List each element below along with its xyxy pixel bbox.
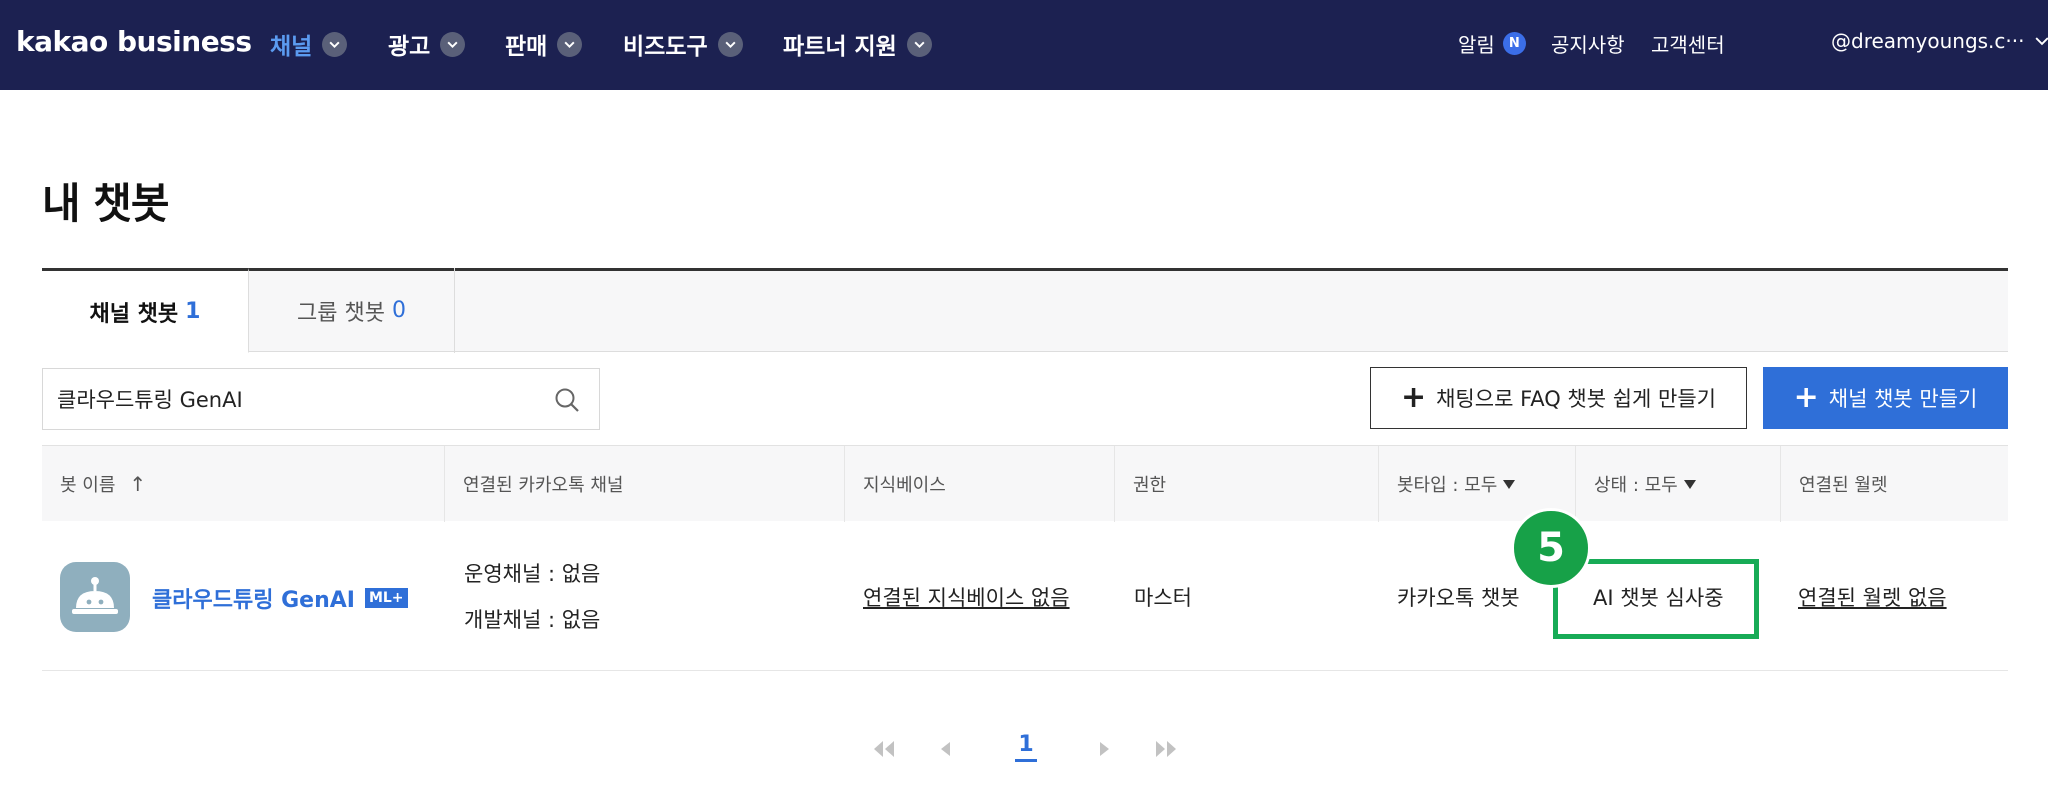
nav-sales-label: 판매 — [505, 34, 548, 60]
nav-channel[interactable]: 채널 — [270, 27, 348, 61]
bot-name-label: 클라우드튜링 GenAI — [152, 588, 355, 613]
column-label: 연결된 카카오톡 채널 — [463, 475, 624, 496]
new-badge: N — [1502, 32, 1526, 55]
tab-count: 1 — [185, 299, 201, 324]
kakao-business-logo[interactable]: kakao business — [16, 25, 252, 58]
support-link[interactable]: 고객센터 — [1651, 29, 1725, 58]
tab-channel-chatbot[interactable]: 채널 챗봇 1 — [42, 268, 249, 353]
page-title: 내 챗봇 — [42, 179, 170, 228]
column-bot-name[interactable]: 봇 이름 ↑ — [42, 446, 445, 522]
alerts-label: 알림 — [1458, 33, 1495, 57]
first-page-icon[interactable] — [870, 738, 898, 760]
next-page-icon[interactable] — [1090, 738, 1118, 760]
chevron-down-icon — [440, 31, 466, 57]
column-label: 상태 : 모두 — [1594, 475, 1678, 496]
column-label: 봇타입 : 모두 — [1397, 475, 1498, 496]
ml-plus-badge: ML+ — [364, 588, 408, 608]
bot-name-link[interactable]: 클라우드튜링 GenAI ML+ — [152, 582, 408, 614]
dev-channel: 개발채널 : 없음 — [464, 608, 601, 632]
sort-ascending-icon[interactable]: ↑ — [129, 472, 146, 496]
account-label: @dreamyoungs.c··· — [1831, 29, 2025, 53]
notice-label: 공지사항 — [1551, 33, 1625, 57]
column-label: 연결된 월렛 — [1799, 475, 1888, 496]
nav-ads-label: 광고 — [388, 34, 431, 60]
tabs-bar: 채널 챗봇 1 그룹 챗봇 0 — [42, 268, 2008, 353]
table-header: 봇 이름 ↑ 연결된 카카오톡 채널 지식베이스 권한 봇타입 : 모두 상태 … — [42, 445, 2008, 522]
tab-count: 0 — [391, 298, 406, 323]
nav-biz-tools[interactable]: 비즈도구 — [623, 27, 743, 61]
chevron-down-icon — [717, 31, 743, 57]
nav-partner-support-label: 파트너 지원 — [783, 34, 897, 60]
bot-type-value: 카카오톡 챗봇 — [1397, 586, 1520, 610]
alerts-link[interactable]: 알림 N — [1458, 29, 1526, 58]
support-label: 고객센터 — [1651, 33, 1725, 57]
nav-channel-label: 채널 — [270, 34, 313, 60]
create-faq-chatbot-label: 채팅으로 FAQ 챗봇 쉽게 만들기 — [1436, 387, 1717, 411]
nav-biz-tools-label: 비즈도구 — [623, 34, 708, 60]
chevron-down-icon — [322, 31, 348, 57]
column-label: 봇 이름 — [60, 475, 116, 496]
tab-group-chatbot[interactable]: 그룹 챗봇 0 — [249, 268, 455, 353]
search-icon[interactable] — [553, 386, 581, 414]
account-menu[interactable]: @dreamyoungs.c··· — [1831, 29, 2048, 53]
column-knowledge-base: 지식베이스 — [845, 446, 1115, 522]
robot-icon — [72, 577, 118, 614]
step-number-badge: 5 — [1511, 508, 1591, 588]
last-page-icon[interactable] — [1152, 738, 1180, 760]
bot-avatar — [60, 562, 130, 632]
column-label: 권한 — [1133, 475, 1167, 496]
search-field[interactable] — [42, 368, 600, 430]
notice-link[interactable]: 공지사항 — [1551, 29, 1625, 58]
nav-ads[interactable]: 광고 — [388, 27, 466, 61]
dropdown-triangle-icon — [1683, 479, 1696, 489]
plus-icon: + — [1400, 380, 1427, 415]
chevron-down-icon — [557, 31, 583, 57]
column-label: 지식베이스 — [863, 475, 946, 496]
column-wallet: 연결된 월렛 — [1781, 446, 2008, 522]
tab-label: 그룹 챗봇 — [297, 300, 385, 326]
knowledge-base-link[interactable]: 연결된 지식베이스 없음 — [863, 582, 1070, 612]
operating-channel: 운영채널 : 없음 — [464, 562, 601, 586]
column-channel: 연결된 카카오톡 채널 — [445, 446, 845, 522]
nav-partner-support[interactable]: 파트너 지원 — [783, 27, 932, 61]
dropdown-triangle-icon — [1503, 479, 1516, 489]
search-input[interactable] — [57, 369, 537, 429]
nav-sales[interactable]: 판매 — [505, 27, 583, 61]
chevron-down-icon — [906, 31, 932, 57]
previous-page-icon[interactable] — [932, 738, 960, 760]
top-navigation-bar: kakao business 채널 광고 판매 비즈도구 파트너 지원 알림 N… — [0, 0, 2048, 90]
create-faq-chatbot-button[interactable]: + 채팅으로 FAQ 챗봇 쉽게 만들기 — [1370, 367, 1747, 429]
status-highlight-box — [1553, 559, 1759, 639]
tab-label: 채널 챗봇 — [89, 301, 179, 327]
current-page-number[interactable]: 1 — [1015, 732, 1037, 762]
role-value: 마스터 — [1134, 586, 1192, 610]
column-role: 권한 — [1115, 446, 1379, 522]
column-status-filter[interactable]: 상태 : 모두 — [1576, 446, 1781, 522]
create-channel-chatbot-label: 채널 챗봇 만들기 — [1828, 387, 1978, 411]
wallet-link[interactable]: 연결된 월렛 없음 — [1798, 582, 1947, 612]
create-channel-chatbot-button[interactable]: + 채널 챗봇 만들기 — [1763, 367, 2008, 429]
chevron-down-icon — [2035, 37, 2048, 46]
plus-icon: + — [1793, 380, 1819, 415]
